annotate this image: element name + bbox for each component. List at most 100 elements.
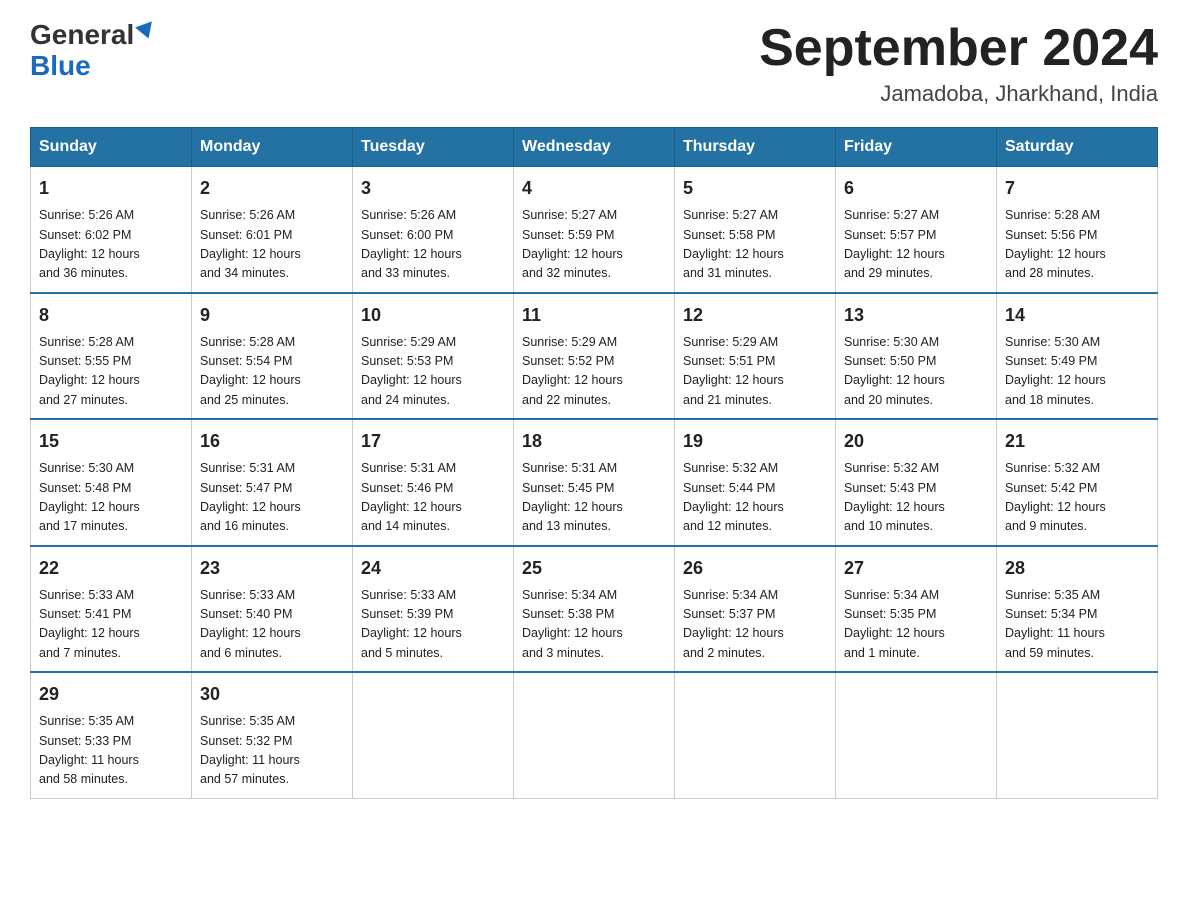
weekday-header-tuesday: Tuesday [353,128,514,167]
day-number: 20 [844,428,988,455]
calendar-cell: 24 Sunrise: 5:33 AMSunset: 5:39 PMDaylig… [353,546,514,673]
weekday-header-monday: Monday [192,128,353,167]
logo-text-general: General [30,20,134,51]
day-info: Sunrise: 5:34 AMSunset: 5:37 PMDaylight:… [683,586,827,664]
day-number: 8 [39,302,183,329]
day-number: 25 [522,555,666,582]
weekday-header-sunday: Sunday [31,128,192,167]
calendar-cell: 10 Sunrise: 5:29 AMSunset: 5:53 PMDaylig… [353,293,514,420]
calendar-cell: 3 Sunrise: 5:26 AMSunset: 6:00 PMDayligh… [353,167,514,293]
calendar-cell [997,672,1158,798]
calendar-cell: 9 Sunrise: 5:28 AMSunset: 5:54 PMDayligh… [192,293,353,420]
logo: General Blue [30,20,155,82]
calendar-cell: 28 Sunrise: 5:35 AMSunset: 5:34 PMDaylig… [997,546,1158,673]
day-number: 24 [361,555,505,582]
calendar-cell [675,672,836,798]
calendar-cell: 19 Sunrise: 5:32 AMSunset: 5:44 PMDaylig… [675,419,836,546]
day-info: Sunrise: 5:31 AMSunset: 5:46 PMDaylight:… [361,459,505,537]
day-number: 10 [361,302,505,329]
calendar-cell [836,672,997,798]
day-info: Sunrise: 5:29 AMSunset: 5:52 PMDaylight:… [522,333,666,411]
day-info: Sunrise: 5:28 AMSunset: 5:56 PMDaylight:… [1005,206,1149,284]
day-info: Sunrise: 5:31 AMSunset: 5:47 PMDaylight:… [200,459,344,537]
calendar-week-row: 22 Sunrise: 5:33 AMSunset: 5:41 PMDaylig… [31,546,1158,673]
day-number: 12 [683,302,827,329]
weekday-row: SundayMondayTuesdayWednesdayThursdayFrid… [31,128,1158,167]
day-info: Sunrise: 5:34 AMSunset: 5:35 PMDaylight:… [844,586,988,664]
day-info: Sunrise: 5:27 AMSunset: 5:59 PMDaylight:… [522,206,666,284]
day-info: Sunrise: 5:35 AMSunset: 5:33 PMDaylight:… [39,712,183,790]
day-number: 29 [39,681,183,708]
calendar-cell: 7 Sunrise: 5:28 AMSunset: 5:56 PMDayligh… [997,167,1158,293]
calendar-cell: 11 Sunrise: 5:29 AMSunset: 5:52 PMDaylig… [514,293,675,420]
calendar-cell: 5 Sunrise: 5:27 AMSunset: 5:58 PMDayligh… [675,167,836,293]
day-info: Sunrise: 5:32 AMSunset: 5:43 PMDaylight:… [844,459,988,537]
day-info: Sunrise: 5:33 AMSunset: 5:40 PMDaylight:… [200,586,344,664]
calendar-cell: 23 Sunrise: 5:33 AMSunset: 5:40 PMDaylig… [192,546,353,673]
weekday-header-wednesday: Wednesday [514,128,675,167]
day-info: Sunrise: 5:27 AMSunset: 5:58 PMDaylight:… [683,206,827,284]
day-info: Sunrise: 5:35 AMSunset: 5:32 PMDaylight:… [200,712,344,790]
calendar-cell: 18 Sunrise: 5:31 AMSunset: 5:45 PMDaylig… [514,419,675,546]
calendar-cell [514,672,675,798]
calendar-cell: 6 Sunrise: 5:27 AMSunset: 5:57 PMDayligh… [836,167,997,293]
day-info: Sunrise: 5:27 AMSunset: 5:57 PMDaylight:… [844,206,988,284]
day-number: 16 [200,428,344,455]
day-info: Sunrise: 5:28 AMSunset: 5:55 PMDaylight:… [39,333,183,411]
day-number: 27 [844,555,988,582]
day-number: 4 [522,175,666,202]
calendar-cell: 1 Sunrise: 5:26 AMSunset: 6:02 PMDayligh… [31,167,192,293]
calendar-cell: 25 Sunrise: 5:34 AMSunset: 5:38 PMDaylig… [514,546,675,673]
calendar-cell: 30 Sunrise: 5:35 AMSunset: 5:32 PMDaylig… [192,672,353,798]
day-info: Sunrise: 5:32 AMSunset: 5:44 PMDaylight:… [683,459,827,537]
day-number: 7 [1005,175,1149,202]
day-number: 13 [844,302,988,329]
day-number: 23 [200,555,344,582]
day-info: Sunrise: 5:30 AMSunset: 5:48 PMDaylight:… [39,459,183,537]
calendar-cell: 14 Sunrise: 5:30 AMSunset: 5:49 PMDaylig… [997,293,1158,420]
calendar-week-row: 8 Sunrise: 5:28 AMSunset: 5:55 PMDayligh… [31,293,1158,420]
day-number: 30 [200,681,344,708]
day-number: 22 [39,555,183,582]
calendar-cell: 29 Sunrise: 5:35 AMSunset: 5:33 PMDaylig… [31,672,192,798]
calendar-subtitle: Jamadoba, Jharkhand, India [759,81,1158,107]
calendar-title: September 2024 [759,20,1158,77]
calendar-week-row: 1 Sunrise: 5:26 AMSunset: 6:02 PMDayligh… [31,167,1158,293]
calendar-cell: 13 Sunrise: 5:30 AMSunset: 5:50 PMDaylig… [836,293,997,420]
calendar-cell: 4 Sunrise: 5:27 AMSunset: 5:59 PMDayligh… [514,167,675,293]
calendar-cell: 20 Sunrise: 5:32 AMSunset: 5:43 PMDaylig… [836,419,997,546]
calendar-body: 1 Sunrise: 5:26 AMSunset: 6:02 PMDayligh… [31,167,1158,799]
calendar-cell: 2 Sunrise: 5:26 AMSunset: 6:01 PMDayligh… [192,167,353,293]
day-info: Sunrise: 5:32 AMSunset: 5:42 PMDaylight:… [1005,459,1149,537]
calendar-cell: 21 Sunrise: 5:32 AMSunset: 5:42 PMDaylig… [997,419,1158,546]
calendar-cell: 16 Sunrise: 5:31 AMSunset: 5:47 PMDaylig… [192,419,353,546]
day-number: 5 [683,175,827,202]
weekday-header-saturday: Saturday [997,128,1158,167]
day-number: 19 [683,428,827,455]
day-info: Sunrise: 5:33 AMSunset: 5:41 PMDaylight:… [39,586,183,664]
page-header: General Blue September 2024 Jamadoba, Jh… [30,20,1158,107]
weekday-header-thursday: Thursday [675,128,836,167]
day-info: Sunrise: 5:26 AMSunset: 6:01 PMDaylight:… [200,206,344,284]
calendar-week-row: 29 Sunrise: 5:35 AMSunset: 5:33 PMDaylig… [31,672,1158,798]
calendar-cell: 27 Sunrise: 5:34 AMSunset: 5:35 PMDaylig… [836,546,997,673]
day-info: Sunrise: 5:28 AMSunset: 5:54 PMDaylight:… [200,333,344,411]
calendar-cell: 22 Sunrise: 5:33 AMSunset: 5:41 PMDaylig… [31,546,192,673]
title-section: September 2024 Jamadoba, Jharkhand, Indi… [759,20,1158,107]
day-info: Sunrise: 5:30 AMSunset: 5:49 PMDaylight:… [1005,333,1149,411]
day-number: 28 [1005,555,1149,582]
day-number: 9 [200,302,344,329]
calendar-cell [353,672,514,798]
day-number: 17 [361,428,505,455]
logo-text-blue: Blue [30,51,91,82]
calendar-cell: 17 Sunrise: 5:31 AMSunset: 5:46 PMDaylig… [353,419,514,546]
day-number: 26 [683,555,827,582]
day-number: 2 [200,175,344,202]
day-number: 15 [39,428,183,455]
day-number: 1 [39,175,183,202]
day-number: 18 [522,428,666,455]
day-info: Sunrise: 5:26 AMSunset: 6:02 PMDaylight:… [39,206,183,284]
day-number: 3 [361,175,505,202]
day-info: Sunrise: 5:30 AMSunset: 5:50 PMDaylight:… [844,333,988,411]
day-info: Sunrise: 5:35 AMSunset: 5:34 PMDaylight:… [1005,586,1149,664]
